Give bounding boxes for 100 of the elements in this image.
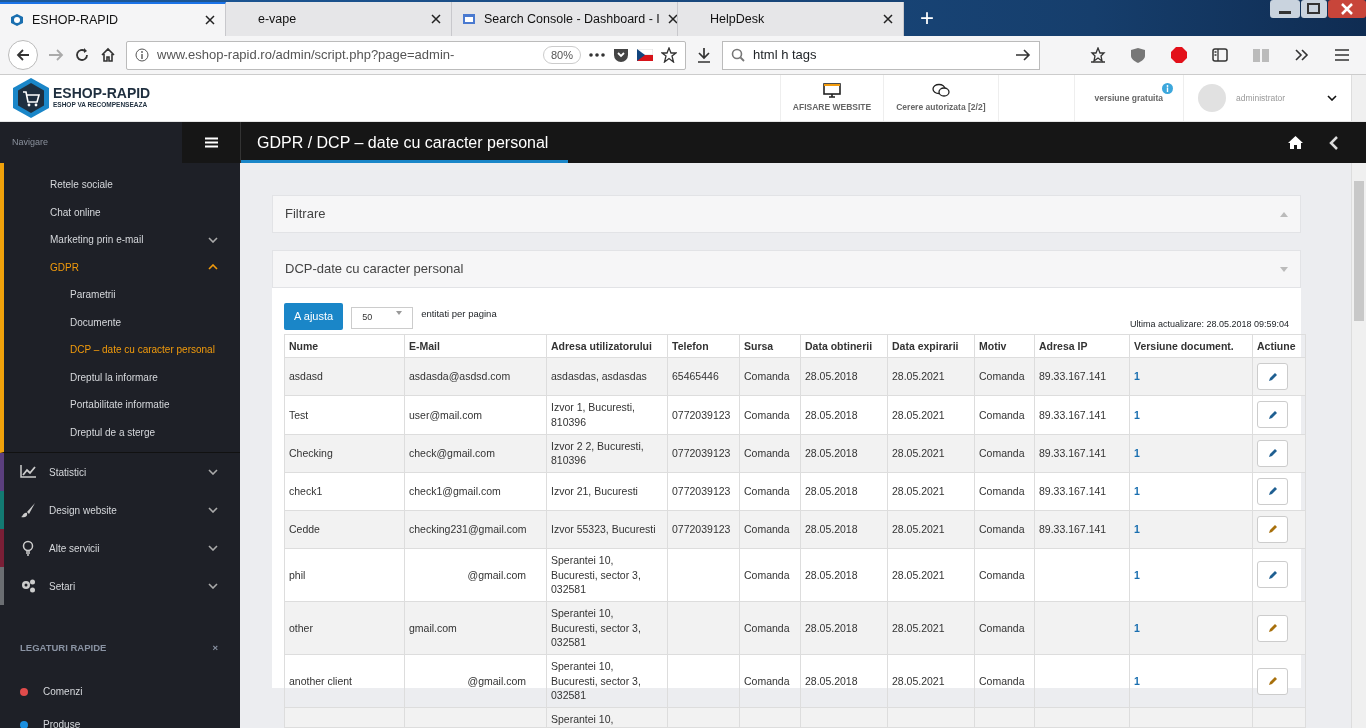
table-cell: 28.05.2018 xyxy=(805,568,858,581)
home-icon[interactable] xyxy=(100,47,116,63)
close-button[interactable]: × xyxy=(212,641,218,675)
browser-tab[interactable]: Search Console - Dashboard - I xyxy=(452,2,678,36)
quick-link[interactable]: Produse xyxy=(43,717,81,728)
page-size-select[interactable]: 50 xyxy=(351,307,414,329)
header-action[interactable]: Cerere autorizata [2/2] xyxy=(883,75,998,121)
table-cell: 28.05.2021 xyxy=(892,370,945,383)
table-cell: Comanda xyxy=(979,568,1025,581)
sidebar-subitem[interactable]: Documente xyxy=(4,308,240,336)
dashboard-icon xyxy=(462,12,476,26)
version-link[interactable]: 1 xyxy=(1134,446,1140,459)
sidebar-subitem[interactable]: Parametrii xyxy=(4,281,240,309)
scrollbar[interactable] xyxy=(1351,75,1366,121)
chevron-icon[interactable] xyxy=(208,264,218,271)
close-icon[interactable] xyxy=(205,15,215,25)
sidebar-subitem[interactable]: Dreptul de a sterge xyxy=(4,418,240,446)
chevron-icon[interactable] xyxy=(208,545,218,551)
chevron-icon[interactable] xyxy=(208,507,218,513)
sidebar-subitem[interactable]: Portabilitate informatie xyxy=(4,391,240,419)
sidebar-subitem[interactable]: Dreptul la informare xyxy=(4,363,240,391)
table-cell: gmail.com xyxy=(409,621,457,634)
version-link[interactable]: 1 xyxy=(1134,408,1140,421)
table-cell: 65465446 xyxy=(672,370,719,383)
close-icon[interactable] xyxy=(667,14,677,24)
version-link[interactable]: 1 xyxy=(1134,485,1140,498)
reload-icon[interactable] xyxy=(74,47,90,63)
scrollbar[interactable] xyxy=(1351,163,1366,728)
table-cell: Comanda xyxy=(744,446,790,459)
table-cell: Sperantei 10, xyxy=(551,713,614,726)
table-cell: Comanda xyxy=(744,408,790,421)
table-cell: Comanda xyxy=(744,674,790,687)
panel-header[interactable]: DCP-date cu caracter personal xyxy=(272,250,1301,288)
bookmark-star-icon[interactable] xyxy=(1090,47,1106,63)
search-field[interactable]: html h tags xyxy=(722,40,1040,70)
sidebar-subitem[interactable]: DCP – date cu caracter personal xyxy=(4,336,240,364)
table-cell: Izvor 55323, Bucuresti xyxy=(551,523,656,536)
close-icon[interactable] xyxy=(883,14,893,24)
scrollbar-thumb[interactable] xyxy=(1354,181,1364,321)
table-cell: Checking xyxy=(289,446,333,459)
chevron-icon[interactable] xyxy=(1327,95,1337,101)
column-header: Sursa xyxy=(739,334,801,358)
table-cell: Comanda xyxy=(979,408,1025,421)
table-cell: 89.33.167.141 xyxy=(1039,408,1107,421)
table-cell: Comanda xyxy=(744,523,790,536)
adjust-button[interactable]: A ajusta xyxy=(284,303,344,330)
table-cell: 0772039123 xyxy=(672,523,731,536)
chevron-icon[interactable] xyxy=(208,236,218,243)
table-cell: asdasda@asdsd.com xyxy=(409,370,511,383)
section-heading: LEGATURI RAPIDE xyxy=(20,641,107,655)
column-header: Versiune document. xyxy=(1129,334,1253,358)
table-cell: 0772039123 xyxy=(672,485,731,498)
overflow-icon[interactable] xyxy=(1294,48,1310,62)
sidebar-item[interactable]: GDPR xyxy=(4,253,240,281)
table-cell: 28.05.2021 xyxy=(892,568,945,581)
sidebar-icon[interactable] xyxy=(1212,47,1228,63)
quick-link[interactable]: Comenzi xyxy=(43,684,83,699)
table-cell: phil xyxy=(289,568,306,581)
sidebar-item[interactable]: Retele sociale xyxy=(4,171,240,199)
table-cell: Cedde xyxy=(289,523,320,536)
stop-sign-icon[interactable] xyxy=(1170,46,1188,64)
version-label: versiune gratuita xyxy=(1094,91,1163,105)
pocket-icon[interactable] xyxy=(613,47,629,63)
home-icon[interactable] xyxy=(1288,136,1303,149)
line-chart-icon xyxy=(20,464,37,480)
download-icon[interactable] xyxy=(696,47,712,63)
column-header: E-Mail xyxy=(404,334,547,358)
back-icon[interactable] xyxy=(1329,135,1338,150)
browser-tab[interactable]: HelpDesk xyxy=(678,2,904,36)
address-bar[interactable]: www.eshop-rapid.ro/admin/script.php?page=admin- 80% xyxy=(126,40,686,70)
go-arrow-icon[interactable] xyxy=(1015,48,1031,62)
panel-header[interactable]: Filtrare xyxy=(272,195,1301,233)
sidebar-item[interactable]: Chat online xyxy=(4,198,240,226)
table-cell: asdasd xyxy=(289,370,323,383)
page-title: GDPR / DCP – date cu caracter personal xyxy=(257,132,550,153)
table-cell: Comanda xyxy=(979,621,1025,634)
header-action[interactable]: AFISARE WEBSITE xyxy=(779,75,884,121)
window-controls-icon[interactable] xyxy=(1270,0,1366,20)
version-link[interactable]: 1 xyxy=(1134,674,1140,687)
close-icon[interactable] xyxy=(431,14,441,24)
table-cell: other xyxy=(289,621,313,634)
browser-tab[interactable]: ESHOP-RAPID xyxy=(0,2,226,36)
sidebar-item[interactable]: Marketing prin e-mail xyxy=(4,226,240,254)
version-link[interactable]: 1 xyxy=(1134,523,1140,536)
table-cell: Comanda xyxy=(744,485,790,498)
table-cell: Izvor 21, Bucuresti xyxy=(551,485,638,498)
browser-tab[interactable]: e-vape xyxy=(226,2,452,36)
shield-icon[interactable] xyxy=(1130,46,1146,64)
version-link[interactable]: 1 xyxy=(1134,568,1140,581)
chevron-icon[interactable] xyxy=(208,583,218,589)
menu-icon[interactable] xyxy=(1334,48,1350,62)
back-button[interactable] xyxy=(8,40,38,70)
table-cell: 89.33.167.141 xyxy=(1039,485,1107,498)
more-icon[interactable] xyxy=(589,53,605,57)
table-cell: 28.05.2018 xyxy=(805,370,858,383)
chevron-icon[interactable] xyxy=(208,469,218,475)
version-link[interactable]: 1 xyxy=(1134,621,1140,634)
star-icon[interactable] xyxy=(661,47,677,63)
new-tab-button[interactable]: + xyxy=(904,0,950,36)
version-link[interactable]: 1 xyxy=(1134,370,1140,383)
